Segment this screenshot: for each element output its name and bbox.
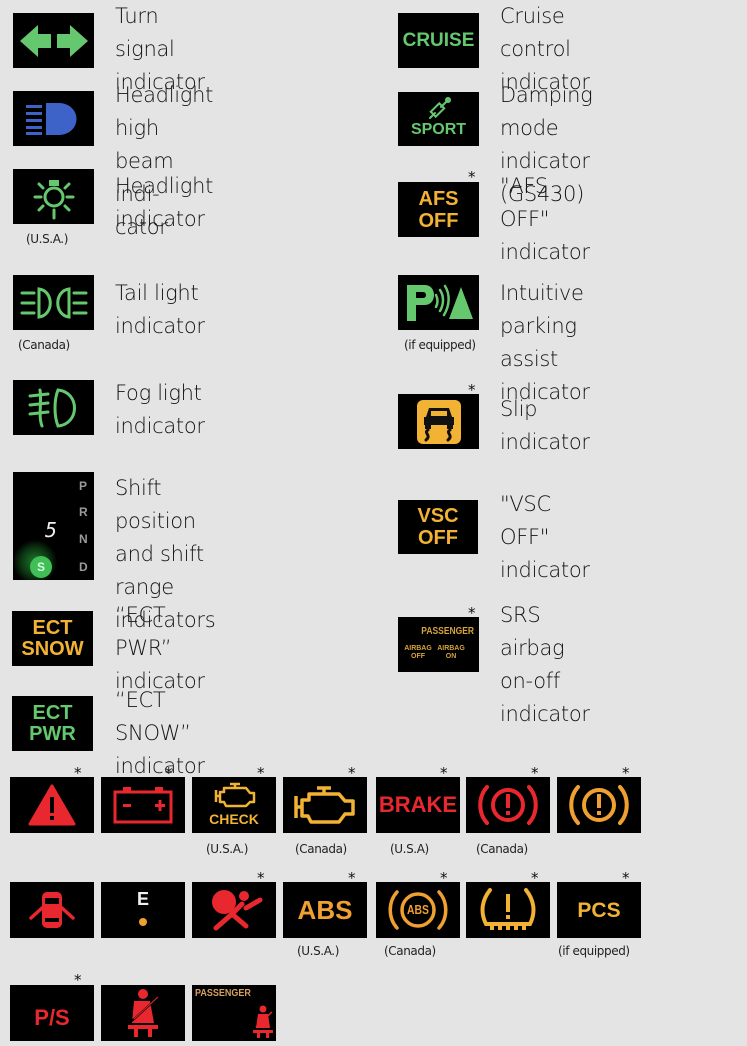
- footnote-star: *: [74, 971, 82, 989]
- icon-text: ECT: [32, 616, 73, 639]
- check-engine-icon: CHECK: [192, 777, 276, 833]
- icon-text: SNOW: [21, 637, 84, 660]
- indicator-label: Tail light indicator: [115, 281, 205, 338]
- abs-text-icon: ABS: [283, 882, 367, 938]
- ect-pwr-icon: ECT PWR: [12, 696, 93, 751]
- headlight-icon: [13, 169, 94, 224]
- icon-text: OFF: [418, 527, 458, 549]
- region-note: (Canada): [476, 842, 528, 856]
- icon-text: CHECK: [209, 811, 259, 827]
- parking-assist-icon: [398, 275, 479, 330]
- region-note: (Canada): [295, 842, 347, 856]
- icon-text: PWR: [29, 722, 76, 745]
- icon-text: SPORT: [410, 121, 467, 138]
- icon-text: PCS: [577, 898, 621, 922]
- damping-sport-icon: SPORT: [398, 92, 479, 146]
- abs-circle-icon: ABS: [376, 882, 460, 938]
- indicator-label: Fog light indicator: [115, 381, 205, 438]
- headlight-high-beam-icon: [13, 91, 94, 146]
- icon-text: BRAKE: [378, 792, 458, 817]
- indicator-label: SRS airbag on-off indicator: [500, 603, 590, 726]
- door-open-icon: [10, 882, 94, 938]
- region-note: (U.S.A.): [26, 232, 69, 246]
- region-note: (Canada): [18, 338, 70, 352]
- shift-mode-s: S: [30, 556, 52, 578]
- fog-light-icon: [13, 380, 94, 435]
- icon-text: OFF: [418, 209, 459, 232]
- afs-off-icon: AFS OFF: [398, 182, 479, 237]
- icon-text: AIRBAG ON: [437, 645, 465, 660]
- airbag-icon: [192, 882, 276, 938]
- cruise-icon: CRUISE: [398, 13, 479, 68]
- brake-text-icon: BRAKE: [376, 777, 460, 833]
- region-note: (U.S.A.): [206, 842, 249, 856]
- icon-text: ABS: [297, 895, 353, 925]
- indicator-label: "VSC OFF" indicator: [500, 492, 590, 582]
- gear-display: 5: [45, 518, 58, 542]
- fuel-level-dot: [139, 918, 147, 926]
- vsc-off-icon: VSC OFF: [398, 500, 478, 554]
- region-note: (Canada): [384, 944, 436, 958]
- srs-airbag-on-off-icon: PASSENGER AIRBAG OFF AIRBAG ON: [398, 617, 479, 672]
- gear-r: R: [79, 505, 88, 519]
- icon-text: P/S: [34, 1005, 70, 1030]
- region-note: (U.S.A.): [297, 944, 340, 958]
- turn-signal-icon: [13, 13, 94, 68]
- slip-icon: [398, 394, 479, 449]
- footnote-star: *: [468, 168, 476, 186]
- gear-p: P: [79, 479, 88, 493]
- icon-text: AFS: [418, 187, 459, 210]
- gear-n: N: [79, 532, 88, 546]
- tire-pressure-icon: [466, 882, 550, 938]
- gear-d: D: [79, 560, 88, 574]
- passenger-seatbelt-icon: PASSENGER: [192, 985, 276, 1041]
- seatbelt-icon: [101, 985, 185, 1041]
- indicator-label: Intuitive parking assist indicator: [500, 281, 590, 404]
- icon-text: ABS: [407, 902, 429, 917]
- pcs-icon: PCS: [557, 882, 641, 938]
- equipment-note: (if equipped): [404, 338, 476, 352]
- icon-text: ECT: [32, 701, 73, 724]
- icon-text: VSC: [417, 505, 459, 527]
- icon-text: PASSENGER: [195, 988, 251, 999]
- indicator-label: Headlight indicator: [115, 174, 214, 231]
- low-fuel-icon: E: [101, 882, 185, 938]
- indicator-label: "AFS OFF" indicator: [500, 174, 590, 264]
- power-steering-icon: P/S: [10, 985, 94, 1041]
- brake-red-icon: [466, 777, 550, 833]
- indicator-label: Slip indicator: [500, 397, 590, 454]
- battery-icon: [101, 777, 185, 833]
- engine-icon: [283, 777, 367, 833]
- equipment-note: (if equipped): [558, 944, 630, 958]
- indicator-label: “ECT SNOW” indicator: [115, 688, 205, 778]
- tail-light-icon: [13, 275, 94, 330]
- shift-position-icon: S 5 P R N D: [13, 472, 94, 580]
- icon-text: AIRBAG OFF: [404, 645, 432, 660]
- ect-snow-icon: ECT SNOW: [12, 611, 93, 666]
- icon-text: E: [136, 889, 149, 909]
- brake-amber-icon: [557, 777, 641, 833]
- warning-triangle-icon: [10, 777, 94, 833]
- icon-text: CRUISE: [402, 30, 475, 51]
- region-note: (U.S.A): [390, 842, 429, 856]
- icon-text: PASSENGER: [421, 626, 474, 637]
